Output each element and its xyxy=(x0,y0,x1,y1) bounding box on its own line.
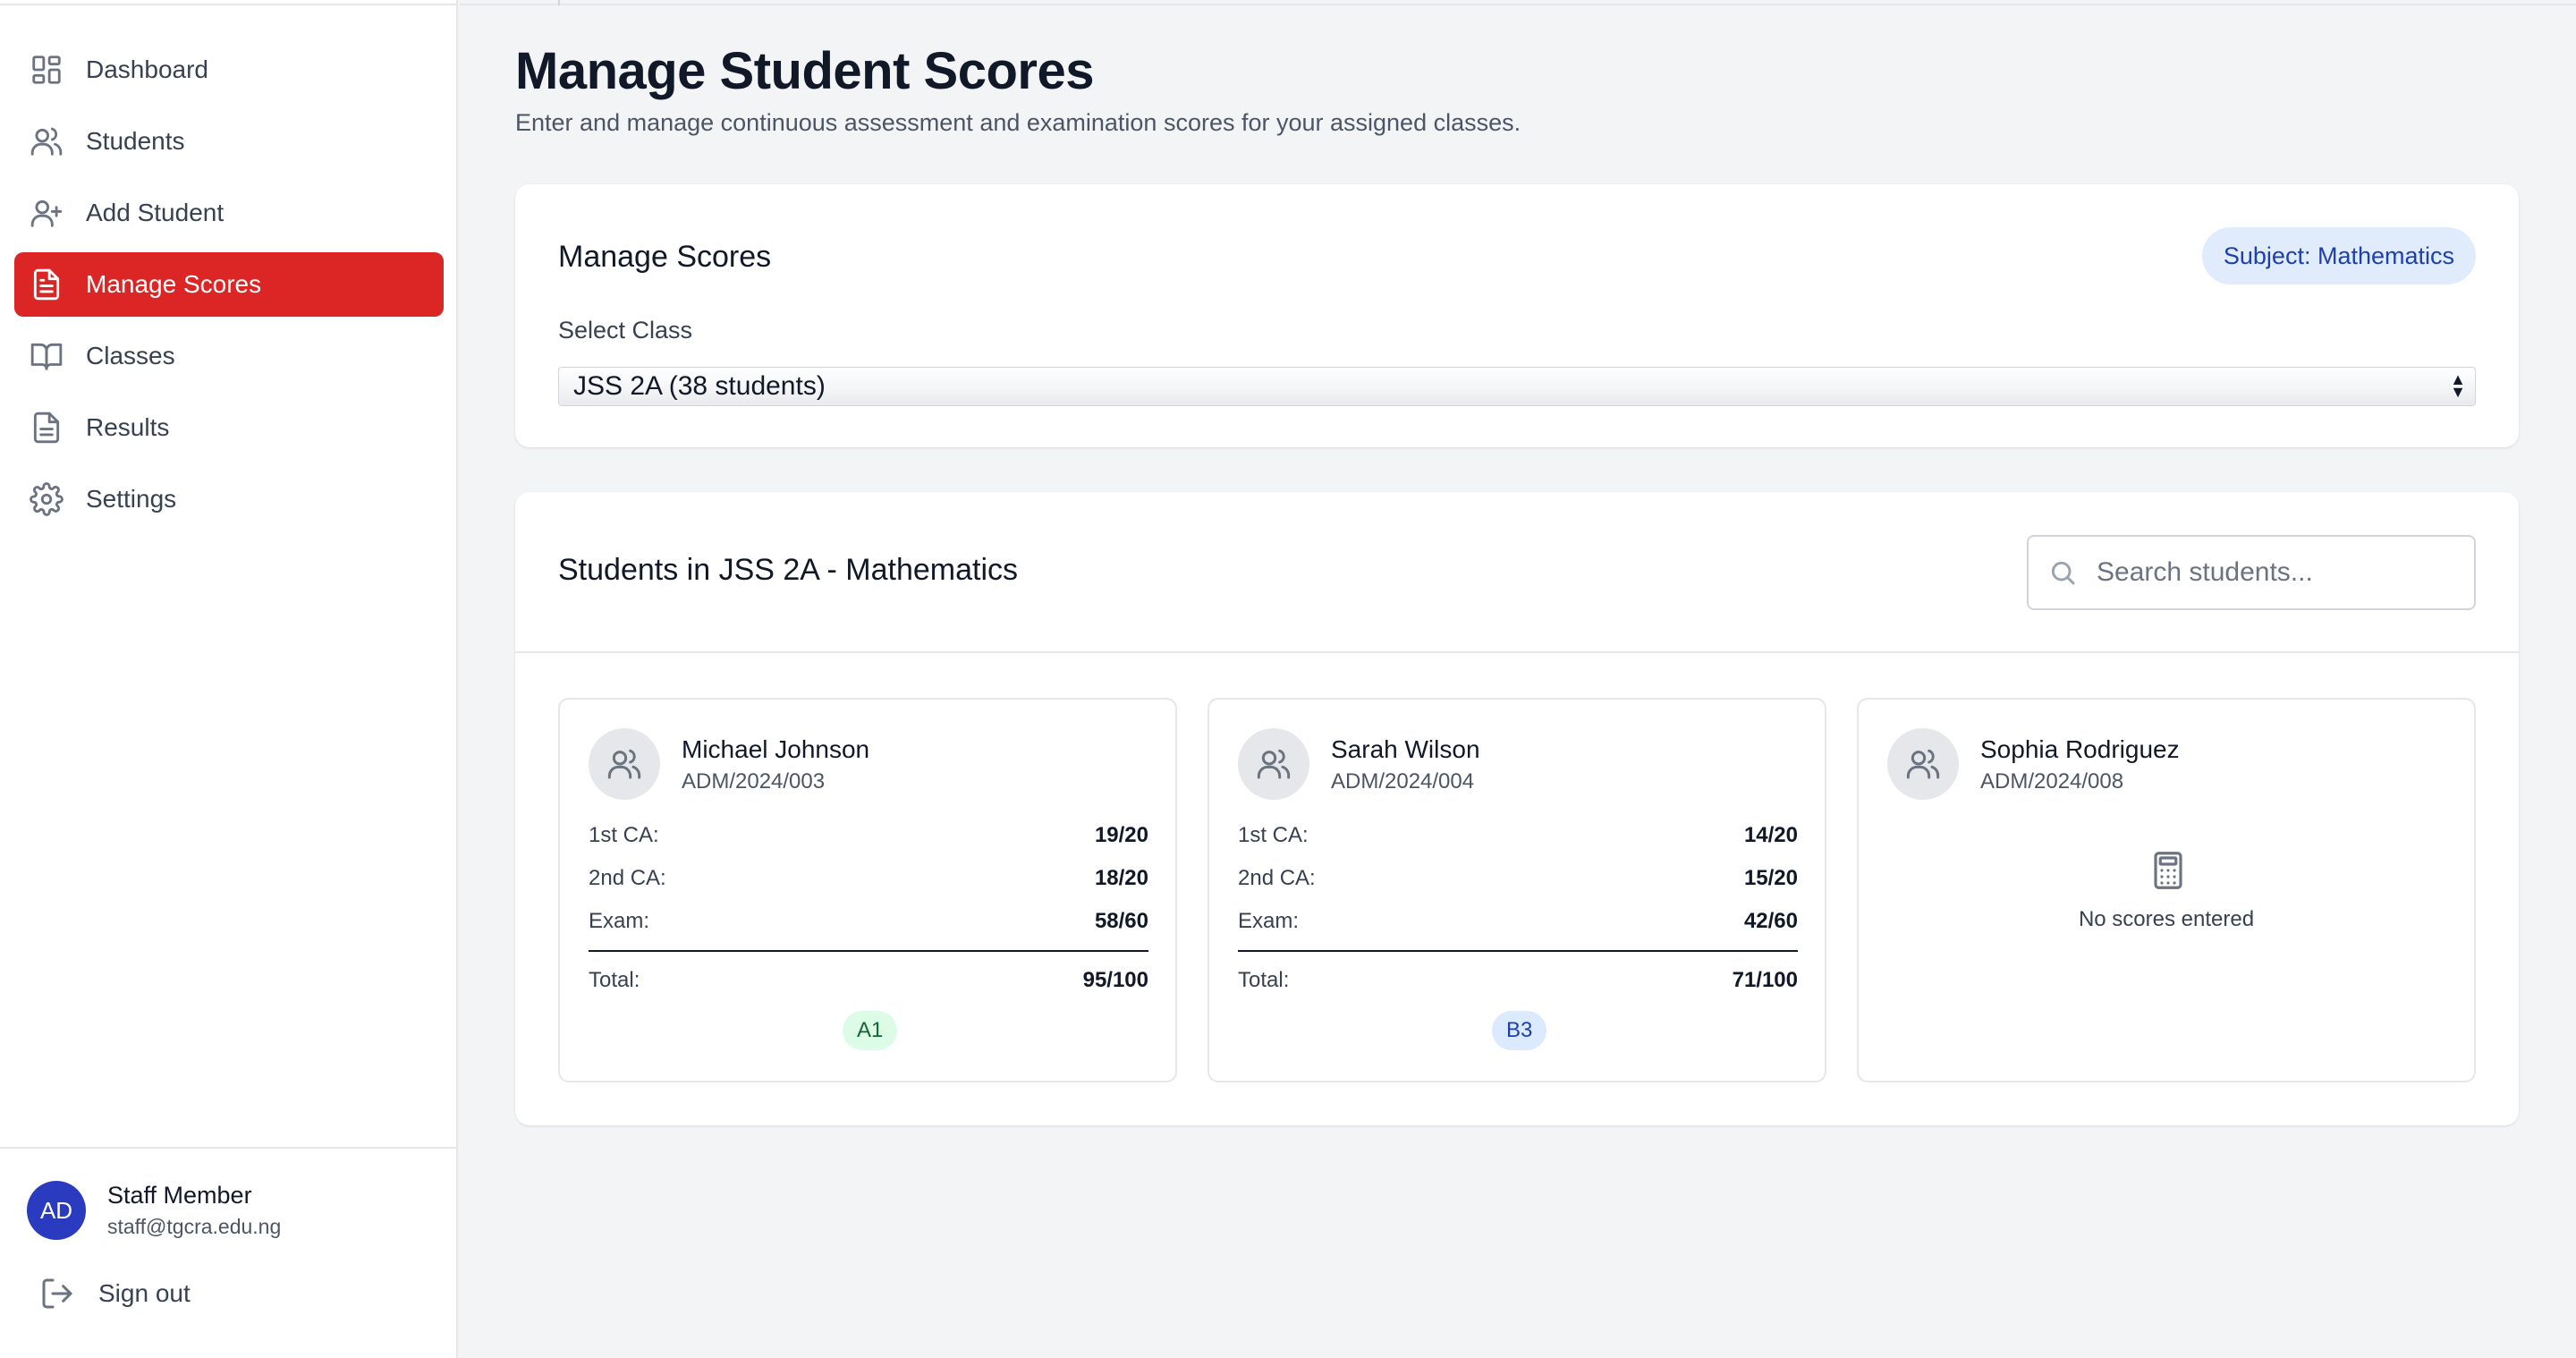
score-row-ca2: 2nd CA: 15/20 xyxy=(1238,866,1798,891)
sign-out-icon xyxy=(42,1278,72,1309)
sidebar-item-settings[interactable]: Settings xyxy=(14,467,444,531)
score-row-exam: Exam: 58/60 xyxy=(589,909,1148,934)
score-row-total: Total: 71/100 xyxy=(1238,968,1798,993)
search-box xyxy=(2027,535,2476,610)
score-value: 71/100 xyxy=(1732,968,1798,992)
sidebar: Dashboard Students Add Student Manage Sc… xyxy=(0,0,458,1358)
sidebar-item-dashboard[interactable]: Dashboard xyxy=(14,38,444,102)
score-value: 18/20 xyxy=(1094,866,1148,890)
app: Dashboard Students Add Student Manage Sc… xyxy=(0,0,2576,1358)
score-value: 42/60 xyxy=(1743,909,1798,933)
student-avatar xyxy=(1238,728,1309,800)
file-text-icon xyxy=(29,410,64,446)
users-icon xyxy=(1257,749,1291,779)
main-content: Manage Student Scores Enter and manage c… xyxy=(460,0,2576,1358)
sidebar-item-label: Students xyxy=(86,127,185,155)
sidebar-item-label: Classes xyxy=(86,342,175,369)
users-icon xyxy=(607,749,641,779)
student-name: Sarah Wilson xyxy=(1331,735,1480,763)
score-row-ca2: 2nd CA: 18/20 xyxy=(589,866,1148,891)
students-card-header: Students in JSS 2A - Mathematics xyxy=(515,492,2519,653)
student-card[interactable]: Sophia Rodriguez ADM/2024/008 No scores … xyxy=(1857,698,2476,1082)
main-top-border xyxy=(460,0,2576,5)
class-select-value: JSS 2A (38 students) xyxy=(573,371,826,401)
score-row-ca1: 1st CA: 19/20 xyxy=(589,823,1148,848)
dashboard-icon xyxy=(29,52,64,88)
student-card[interactable]: Sarah Wilson ADM/2024/004 1st CA: 14/20 … xyxy=(1208,698,1826,1082)
avatar: AD xyxy=(27,1181,86,1240)
sidebar-item-students[interactable]: Students xyxy=(14,109,444,174)
student-adm-number: ADM/2024/004 xyxy=(1331,769,1475,794)
score-row-total: Total: 95/100 xyxy=(589,968,1148,993)
gear-icon xyxy=(29,481,64,517)
sign-out-button[interactable]: Sign out xyxy=(39,1276,191,1311)
score-label: Exam: xyxy=(1238,909,1300,933)
score-row-exam: Exam: 42/60 xyxy=(1238,909,1798,934)
students-card: Students in JSS 2A - Mathematics Michael… xyxy=(515,492,2519,1125)
user-name: Staff Member xyxy=(107,1182,252,1209)
sidebar-item-label: Add Student xyxy=(86,199,225,226)
sign-out-label: Sign out xyxy=(98,1279,191,1307)
sidebar-item-label: Results xyxy=(86,413,170,441)
score-label: 2nd CA: xyxy=(1238,866,1316,890)
book-icon xyxy=(29,338,64,374)
document-icon xyxy=(29,267,64,302)
select-class-label: Select Class xyxy=(558,317,693,344)
score-label: 1st CA: xyxy=(1238,823,1309,847)
sidebar-nav: Dashboard Students Add Student Manage Sc… xyxy=(14,38,444,539)
no-scores-text: No scores entered xyxy=(2078,907,2255,931)
page-subtitle: Enter and manage continuous assessment a… xyxy=(515,109,1521,136)
student-adm-number: ADM/2024/008 xyxy=(1980,769,2124,794)
score-label: Total: xyxy=(1238,968,1290,992)
student-name: Sophia Rodriguez xyxy=(1980,735,2180,763)
score-value: 19/20 xyxy=(1094,823,1148,847)
students-card-title: Students in JSS 2A - Mathematics xyxy=(558,553,1019,587)
page-title: Manage Student Scores xyxy=(515,42,1094,100)
sidebar-item-label: Settings xyxy=(86,485,177,513)
divider xyxy=(589,950,1148,952)
score-row-ca1: 1st CA: 14/20 xyxy=(1238,823,1798,848)
select-arrows-icon: ▲ ▼ xyxy=(2450,370,2466,401)
score-label: Total: xyxy=(589,968,640,992)
class-select[interactable]: JSS 2A (38 students) ▲ ▼ xyxy=(558,367,2476,406)
student-card[interactable]: Michael Johnson ADM/2024/003 1st CA: 19/… xyxy=(558,698,1177,1082)
search-icon xyxy=(2051,561,2075,585)
sidebar-item-label: Dashboard xyxy=(86,55,208,83)
sidebar-top-border xyxy=(0,0,458,5)
score-value: 58/60 xyxy=(1094,909,1148,933)
divider xyxy=(1238,950,1798,952)
sidebar-item-results[interactable]: Results xyxy=(14,395,444,460)
student-avatar xyxy=(1887,728,1959,800)
score-value: 14/20 xyxy=(1743,823,1798,847)
grade-badge: B3 xyxy=(1492,1011,1547,1050)
student-name: Michael Johnson xyxy=(682,735,870,763)
sidebar-item-add-student[interactable]: Add Student xyxy=(14,181,444,245)
search-input[interactable] xyxy=(2097,557,2454,588)
user-plus-icon xyxy=(29,195,64,231)
student-adm-number: ADM/2024/003 xyxy=(682,769,826,794)
sidebar-item-label: Manage Scores xyxy=(86,270,262,298)
manage-scores-card: Manage Scores Subject: Mathematics Selec… xyxy=(515,184,2519,447)
sidebar-item-manage-scores[interactable]: Manage Scores xyxy=(14,252,444,317)
score-value: 95/100 xyxy=(1082,968,1148,992)
score-label: Exam: xyxy=(589,909,650,933)
sidebar-footer: AD Staff Member staff@tgcra.edu.ng Sign … xyxy=(0,1147,458,1358)
calculator-icon xyxy=(2149,850,2187,891)
users-icon xyxy=(1906,749,1940,779)
score-value: 15/20 xyxy=(1743,866,1798,890)
user-profile: AD Staff Member staff@tgcra.edu.ng xyxy=(27,1181,281,1240)
user-email: staff@tgcra.edu.ng xyxy=(107,1215,282,1238)
score-label: 2nd CA: xyxy=(589,866,666,890)
student-avatar xyxy=(589,728,660,800)
users-icon xyxy=(29,123,64,159)
sidebar-item-classes[interactable]: Classes xyxy=(14,324,444,388)
subject-badge: Subject: Mathematics xyxy=(2201,227,2476,284)
card-title: Manage Scores xyxy=(558,240,772,274)
grade-badge: A1 xyxy=(843,1011,898,1050)
score-label: 1st CA: xyxy=(589,823,659,847)
